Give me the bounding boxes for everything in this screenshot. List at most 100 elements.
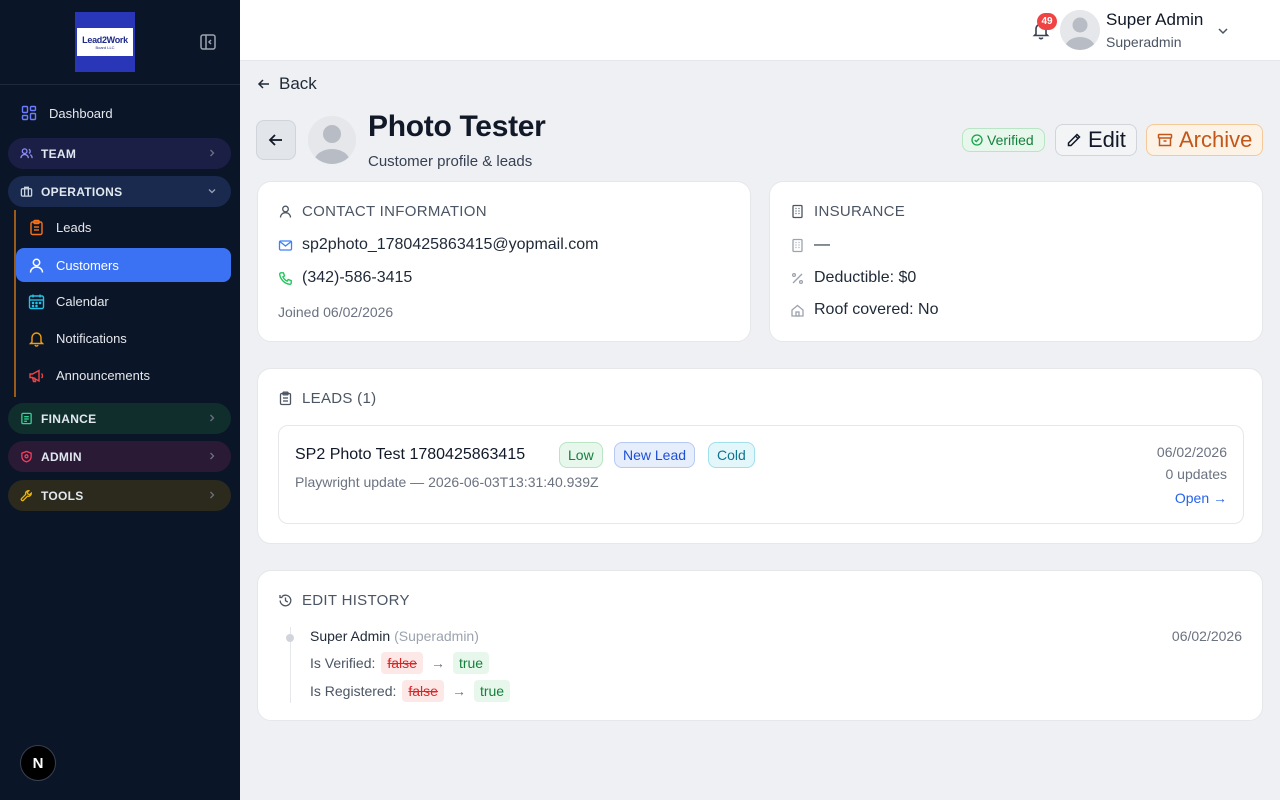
history-change-row: Is Verified: false → true [310, 652, 490, 674]
megaphone-icon [28, 367, 45, 384]
edit-button[interactable]: Edit [1055, 124, 1137, 156]
lead-description: Playwright update — 2026-06-03T13:31:40.… [295, 474, 599, 490]
sidebar-item-dashboard[interactable]: Dashboard [21, 105, 113, 121]
archive-button[interactable]: Archive [1146, 124, 1264, 156]
pencil-icon [1067, 133, 1081, 147]
contact-section-title: CONTACT INFORMATION [278, 203, 487, 220]
building-icon [792, 238, 803, 252]
contact-phone-row[interactable]: (342)-586-3415 [278, 269, 412, 287]
logo-subtext: Board LLC [95, 44, 115, 50]
section-title-text: EDIT HISTORY [302, 592, 410, 609]
sidebar-item-announcements[interactable]: Announcements [16, 358, 231, 392]
sidebar-item-label: Notifications [56, 330, 127, 346]
clipboard-icon [279, 391, 292, 406]
sidebar: Lead2Work Board LLC Dashboard TEAM OPERA… [0, 0, 240, 800]
briefcase-icon [20, 185, 33, 198]
chevron-right-icon [207, 490, 217, 500]
bell-icon [28, 330, 45, 347]
arrow-left-icon [268, 134, 282, 146]
sidebar-group-label: TEAM [41, 146, 77, 161]
edit-label: Edit [1088, 127, 1126, 152]
verified-badge: Verified [962, 128, 1045, 152]
edit-history-card: EDIT HISTORY Super Admin (Superadmin) 06… [257, 570, 1263, 721]
archive-label: Archive [1179, 127, 1253, 152]
lead-open-link[interactable]: Open → [1175, 490, 1227, 506]
temperature-tag: Cold [708, 442, 755, 468]
history-date: 06/02/2026 [1171, 628, 1242, 644]
users-icon [20, 147, 33, 160]
section-title-text: LEADS (1) [302, 390, 377, 407]
sidebar-item-notifications[interactable]: Notifications [16, 321, 231, 355]
priority-tag: Low [559, 442, 603, 468]
insurance-section-title: INSURANCE [790, 203, 905, 220]
user-icon [28, 257, 45, 274]
change-new-value: true [473, 680, 511, 702]
logo-plate: Lead2Work Board LLC [77, 28, 133, 56]
joined-date: Joined 06/02/2026 [278, 304, 394, 320]
arrow-right-icon: → [451, 683, 466, 699]
wrench-icon [20, 489, 33, 502]
sidebar-item-label: Customers [56, 257, 119, 273]
dev-tools-badge[interactable]: N [20, 745, 56, 781]
verified-label: Verified [987, 132, 1034, 148]
sidebar-item-leads[interactable]: Leads [16, 210, 231, 244]
page-subtitle: Customer profile & leads [368, 153, 533, 170]
receipt-icon [20, 412, 33, 425]
sidebar-group-label: TOOLS [41, 488, 84, 503]
arrow-right-icon: → [430, 655, 445, 671]
calendar-icon [28, 293, 45, 310]
sidebar-item-calendar[interactable]: Calendar [16, 284, 231, 318]
insurance-company-row: — [790, 236, 830, 254]
history-author-name: Super Admin [310, 628, 391, 644]
dashboard-grid-icon [21, 105, 37, 121]
timeline-dot [286, 634, 294, 642]
notification-count-badge: 49 [1037, 13, 1057, 30]
sidebar-group-finance[interactable]: FINANCE [8, 403, 231, 434]
percent-icon [791, 272, 804, 284]
chevron-down-icon[interactable] [1216, 24, 1230, 38]
sidebar-item-label: Calendar [56, 293, 109, 309]
contact-information-card: CONTACT INFORMATION sp2photo_17804258634… [257, 181, 751, 342]
sidebar-group-operations[interactable]: OPERATIONS [8, 176, 231, 207]
user-avatar[interactable] [1060, 10, 1100, 50]
arrow-left-icon [257, 79, 269, 89]
back-label: Back [279, 74, 317, 93]
insurance-deductible: Deductible: $0 [814, 269, 917, 286]
chevron-right-icon [207, 413, 217, 423]
sidebar-group-team[interactable]: TEAM [8, 138, 231, 169]
insurance-deductible-row: Deductible: $0 [790, 269, 916, 287]
phone-icon [279, 271, 292, 285]
lead-date: 06/02/2026 [1156, 444, 1227, 460]
sidebar-group-tools[interactable]: TOOLS [8, 480, 231, 511]
sidebar-group-admin[interactable]: ADMIN [8, 441, 231, 472]
contact-email-row[interactable]: sp2photo_1780425863415@yopmail.com [278, 236, 598, 254]
lead-name: SP2 Photo Test 1780425863415 [295, 446, 526, 463]
sidebar-item-label: Announcements [56, 367, 150, 383]
lead-item[interactable]: SP2 Photo Test 1780425863415 Low New Lea… [278, 425, 1244, 524]
change-new-value: true [452, 652, 490, 674]
chevron-right-icon [207, 148, 217, 158]
company-logo[interactable]: Lead2Work Board LLC [75, 12, 135, 72]
shield-icon [20, 450, 33, 463]
home-icon [791, 304, 804, 317]
sidebar-divider [0, 84, 240, 85]
history-author: Super Admin (Superadmin) [310, 628, 479, 644]
section-title-text: CONTACT INFORMATION [302, 203, 487, 220]
back-button[interactable] [256, 120, 296, 160]
history-change-row: Is Registered: false → true [310, 680, 511, 702]
sidebar-item-customers[interactable]: Customers [16, 248, 231, 282]
history-section-title: EDIT HISTORY [278, 592, 410, 609]
chevron-down-icon [207, 186, 217, 196]
lead-updates-count: 0 updates [1165, 466, 1228, 482]
page-title: Photo Tester [368, 110, 546, 143]
change-field: Is Verified: [310, 655, 376, 671]
insurance-roof-covered: Roof covered: No [814, 301, 939, 318]
insurance-card: INSURANCE — Deductible: $0 Roof covered:… [769, 181, 1263, 342]
leads-section-title: LEADS (1) [278, 390, 376, 407]
logo-text: Lead2Work [82, 34, 128, 45]
clipboard-icon [28, 219, 45, 236]
back-link[interactable]: Back [257, 74, 317, 94]
top-header: 49 Super Admin Superadmin [240, 0, 1280, 61]
sidebar-collapse-icon[interactable] [199, 33, 217, 51]
contact-phone: (342)-586-3415 [302, 269, 413, 286]
